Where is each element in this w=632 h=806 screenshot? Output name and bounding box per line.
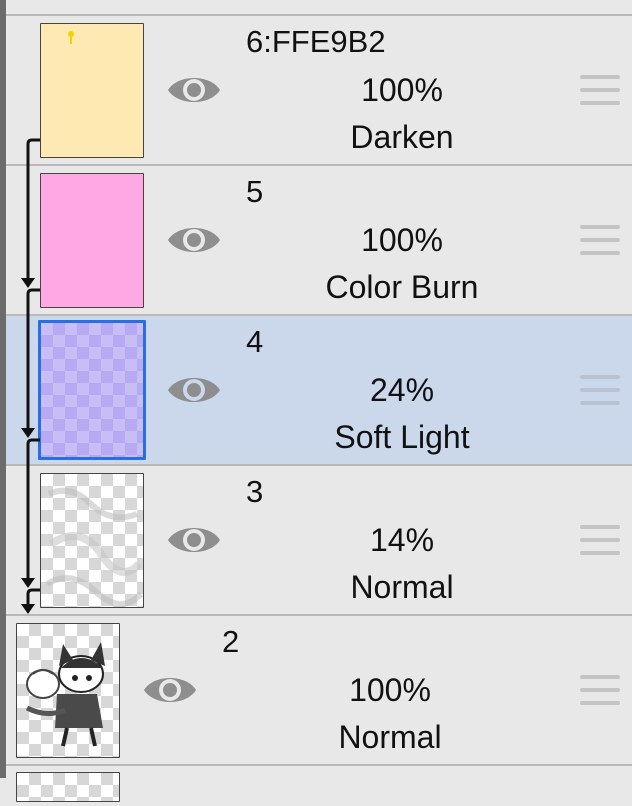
layer-thumbnail (38, 320, 146, 460)
layer-thumbnail (40, 473, 144, 608)
layer-opacity: 100% (349, 672, 431, 708)
eye-icon[interactable] (166, 370, 222, 410)
layer-blend-mode[interactable]: Color Burn (272, 269, 532, 305)
character-sketch-image (25, 642, 105, 747)
layer-row-partial-bottom[interactable] (6, 766, 632, 806)
layer-name: 4 (246, 324, 264, 359)
drag-handle-icon[interactable] (580, 675, 620, 707)
drag-handle-icon[interactable] (580, 225, 620, 257)
layer-name: 3 (246, 474, 264, 509)
layer-row-6[interactable]: 6:FFE9B2 100% Darken (6, 16, 632, 166)
eye-icon[interactable] (166, 520, 222, 560)
layer-thumbnail (16, 623, 120, 758)
layer-row-3[interactable]: 3 14% Normal (6, 466, 632, 616)
layer-opacity: 24% (369, 372, 435, 408)
eye-icon[interactable] (142, 670, 198, 710)
layer-blend-mode[interactable]: Darken (272, 119, 532, 155)
layer-opacity: 14% (369, 522, 435, 558)
layer-name: 6:FFE9B2 (246, 24, 386, 59)
layer-thumbnail (16, 772, 120, 802)
eye-icon[interactable] (166, 220, 222, 260)
layer-row-2[interactable]: 2 100% Normal (6, 616, 632, 766)
drag-handle-icon[interactable] (580, 75, 620, 107)
layer-thumbnail (40, 23, 144, 158)
layer-blend-mode[interactable]: Soft Light (272, 419, 532, 455)
layer-name: 2 (222, 624, 240, 659)
eye-icon[interactable] (166, 70, 222, 110)
layer-row-partial-top[interactable] (6, 0, 632, 16)
drag-handle-icon[interactable] (580, 375, 620, 407)
layer-name: 5 (246, 174, 264, 209)
layer-thumbnail (40, 173, 144, 308)
layer-blend-mode[interactable]: Normal (272, 569, 532, 605)
layer-opacity: 100% (361, 72, 443, 108)
layer-row-5[interactable]: 5 100% Color Burn (6, 166, 632, 316)
layer-opacity: 100% (361, 222, 443, 258)
layer-blend-mode[interactable]: Normal (260, 719, 520, 755)
layers-panel: 6:FFE9B2 100% Darken 5 100% Color Burn 4… (6, 0, 632, 802)
layer-row-4[interactable]: 4 24% Soft Light (6, 316, 632, 466)
drag-handle-icon[interactable] (580, 525, 620, 557)
